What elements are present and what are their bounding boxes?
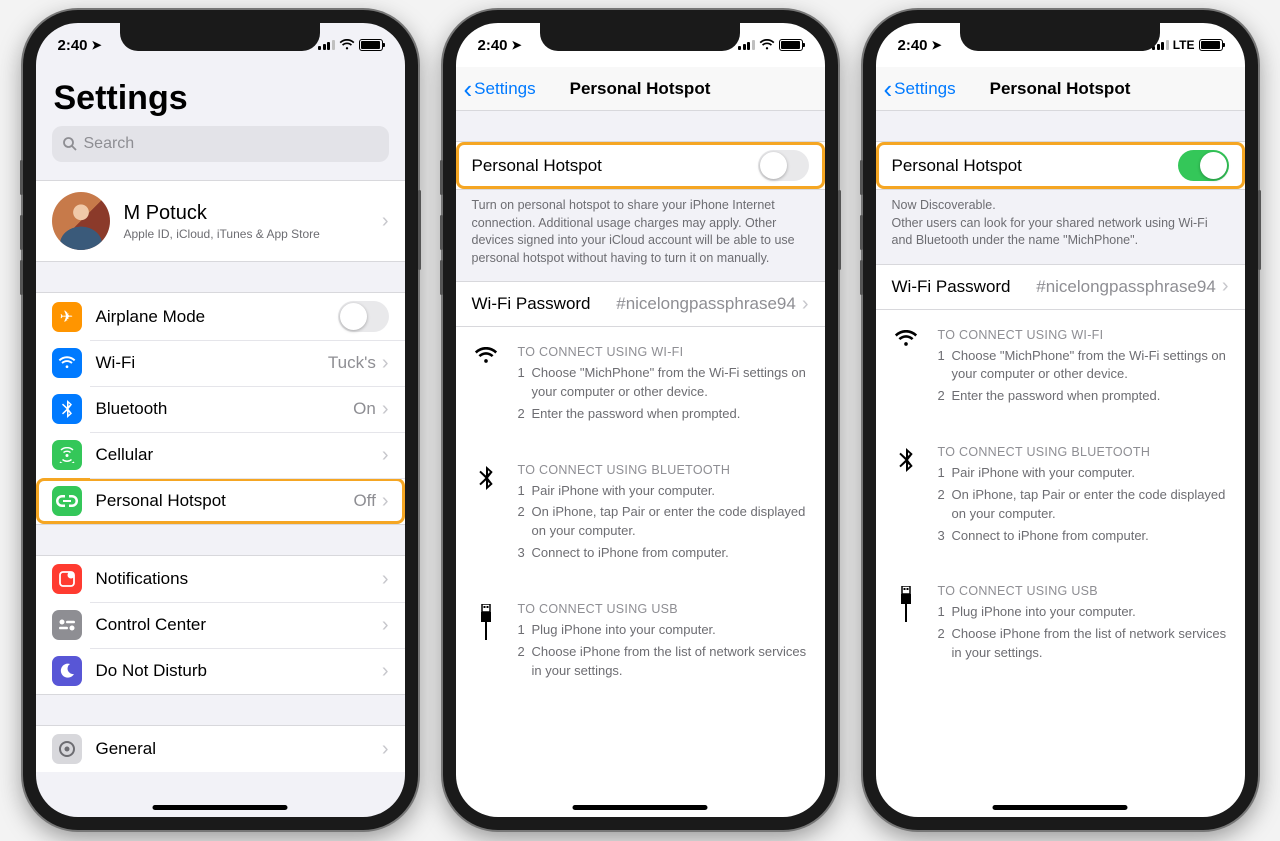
chevron-right-icon: › (382, 660, 389, 683)
chevron-right-icon: › (802, 293, 809, 316)
bluetooth-icon (52, 394, 82, 424)
back-button[interactable]: ‹Settings (884, 76, 956, 102)
connect-wifi-instructions: TO CONNECT USING WI-FIChoose "MichPhone"… (876, 310, 1245, 428)
status-time: 2:40 (58, 37, 88, 54)
search-input[interactable]: Search (52, 126, 389, 162)
hotspot-footnote: Turn on personal hotspot to share your i… (456, 190, 825, 281)
chevron-right-icon: › (1222, 275, 1229, 298)
connect-usb-instructions: TO CONNECT USING USBPlug iPhone into you… (456, 584, 825, 702)
signal-icon (318, 40, 335, 50)
phone-frame-1: 2:40 ➤ Settings Search M PotuckApple ID, … (23, 10, 418, 830)
connect-bluetooth-instructions: TO CONNECT USING BLUETOOTHPair iPhone wi… (876, 427, 1245, 566)
phone-frame-2: 2:40➤ ‹Settings Personal Hotspot Persona… (443, 10, 838, 830)
wifi-icon (339, 39, 355, 51)
chevron-right-icon: › (382, 490, 389, 513)
wifi-row[interactable]: Wi-Fi Tuck's › (36, 340, 405, 386)
moon-icon (52, 656, 82, 686)
connect-wifi-instructions: TO CONNECT USING WI-FIChoose "MichPhone"… (456, 327, 825, 445)
location-icon: ➤ (92, 38, 102, 52)
chevron-right-icon: › (382, 352, 389, 375)
location-icon: ➤ (512, 38, 522, 52)
chevron-right-icon: › (382, 444, 389, 467)
notch (120, 23, 320, 51)
home-indicator[interactable] (573, 805, 708, 810)
hotspot-toggle[interactable] (758, 150, 809, 181)
wifi-icon (892, 328, 920, 410)
wifi-password-row[interactable]: Wi-Fi Password #nicelongpassphrase94 › (876, 265, 1245, 309)
avatar (52, 192, 110, 250)
wifi-icon (52, 348, 82, 378)
apple-id-row[interactable]: M PotuckApple ID, iCloud, iTunes & App S… (36, 181, 405, 261)
chevron-left-icon: ‹ (464, 76, 473, 102)
usb-icon (472, 602, 500, 684)
gear-icon (52, 734, 82, 764)
hotspot-icon (52, 486, 82, 516)
control-center-row[interactable]: Control Center › (36, 602, 405, 648)
airplane-toggle[interactable] (338, 301, 389, 332)
wifi-password-row[interactable]: Wi-Fi Password #nicelongpassphrase94 › (456, 282, 825, 326)
chevron-right-icon: › (382, 568, 389, 591)
page-title: Settings (36, 67, 405, 126)
usb-icon (892, 584, 920, 666)
personal-hotspot-row[interactable]: Personal Hotspot Off › (36, 478, 405, 524)
bluetooth-row[interactable]: Bluetooth On › (36, 386, 405, 432)
wifi-icon (759, 39, 775, 51)
bluetooth-icon (892, 445, 920, 548)
search-icon (62, 136, 78, 152)
general-row[interactable]: General › (36, 726, 405, 772)
cellular-icon (52, 440, 82, 470)
chevron-left-icon: ‹ (884, 76, 893, 102)
connect-usb-instructions: TO CONNECT USING USBPlug iPhone into you… (876, 566, 1245, 684)
connect-bluetooth-instructions: TO CONNECT USING BLUETOOTHPair iPhone wi… (456, 445, 825, 584)
location-icon: ➤ (932, 38, 942, 52)
notifications-icon (52, 564, 82, 594)
signal-icon (738, 40, 755, 50)
hotspot-toggle-row[interactable]: Personal Hotspot (456, 142, 825, 189)
network-label: LTE (1173, 38, 1195, 52)
phone-frame-3: 2:40➤ LTE ‹Settings Personal Hotspot Per… (863, 10, 1258, 830)
chevron-right-icon: › (382, 210, 389, 233)
home-indicator[interactable] (993, 805, 1128, 810)
notch (960, 23, 1160, 51)
chevron-right-icon: › (382, 614, 389, 637)
control-center-icon (52, 610, 82, 640)
dnd-row[interactable]: Do Not Disturb › (36, 648, 405, 694)
notch (540, 23, 740, 51)
hotspot-toggle[interactable] (1178, 150, 1229, 181)
airplane-icon: ✈ (52, 302, 82, 332)
battery-icon (779, 39, 803, 51)
wifi-icon (472, 345, 500, 427)
nav-bar: ‹Settings Personal Hotspot (876, 67, 1245, 111)
back-button[interactable]: ‹Settings (464, 76, 536, 102)
chevron-right-icon: › (382, 738, 389, 761)
battery-icon (359, 39, 383, 51)
discoverable-footnote: Now Discoverable. Other users can look f… (876, 190, 1245, 264)
chevron-right-icon: › (382, 398, 389, 421)
hotspot-toggle-row[interactable]: Personal Hotspot (876, 142, 1245, 189)
home-indicator[interactable] (153, 805, 288, 810)
cellular-row[interactable]: Cellular › (36, 432, 405, 478)
airplane-mode-row[interactable]: ✈ Airplane Mode (36, 293, 405, 340)
notifications-row[interactable]: Notifications › (36, 556, 405, 602)
nav-bar: ‹Settings Personal Hotspot (456, 67, 825, 111)
bluetooth-icon (472, 463, 500, 566)
battery-icon (1199, 39, 1223, 51)
